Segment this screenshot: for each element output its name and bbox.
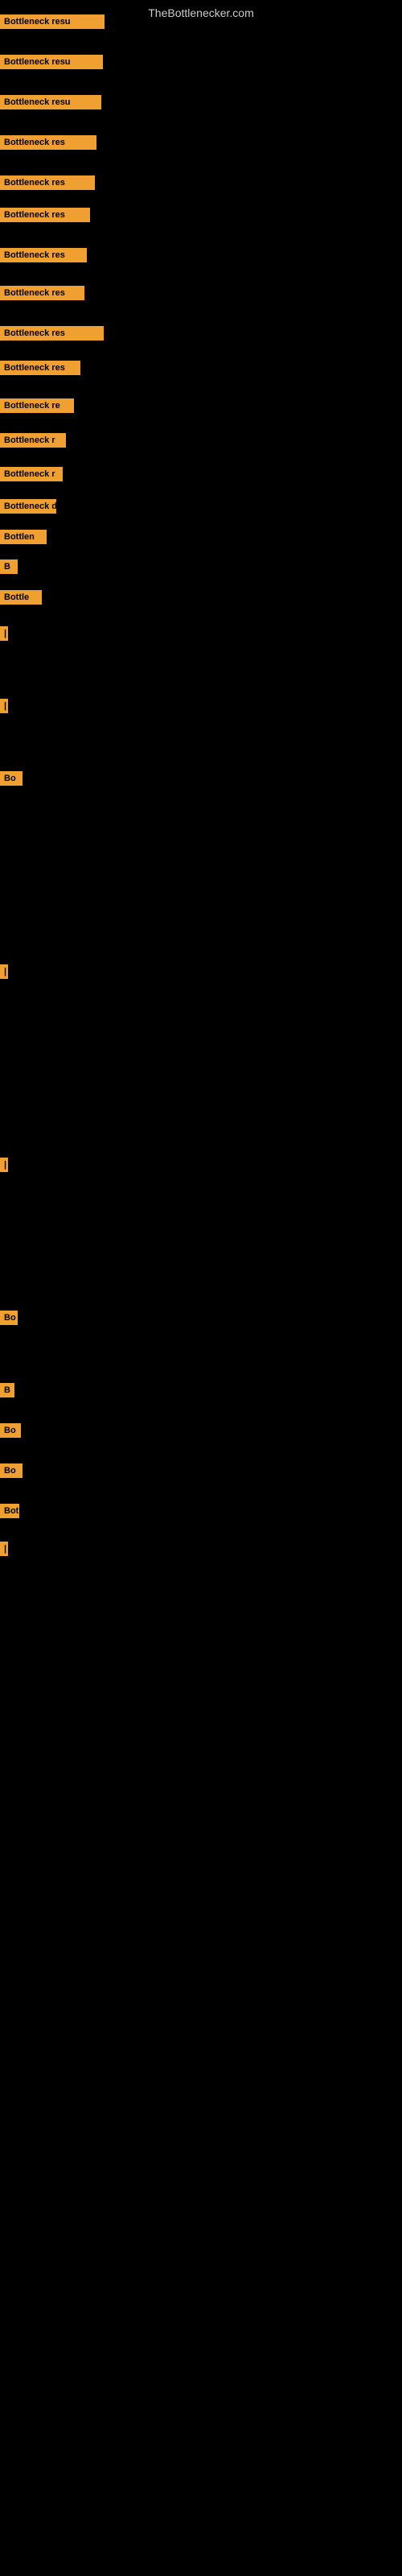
bar-item: |	[0, 1158, 8, 1172]
bar-item: Bottleneck resu	[0, 55, 103, 69]
bar-item: B	[0, 559, 18, 574]
bar-item: Bot	[0, 1504, 19, 1518]
bar-item: |	[0, 1542, 8, 1556]
bar-item: Bottleneck res	[0, 175, 95, 190]
bar-item: Bottleneck res	[0, 361, 80, 375]
bar-label: Bottleneck resu	[0, 14, 105, 29]
bar-item: Bottleneck re	[0, 398, 74, 413]
bar-label: Bottleneck r	[0, 467, 63, 481]
bar-label: Bot	[0, 1504, 19, 1518]
bar-label: Bottleneck resu	[0, 55, 103, 69]
bar-label: Bottleneck d	[0, 499, 56, 514]
bar-label: Bottleneck res	[0, 248, 87, 262]
bar-label: Bottle	[0, 590, 42, 605]
bar-label: Bottleneck res	[0, 326, 104, 341]
bar-item: Bottleneck res	[0, 286, 84, 300]
bar-label: Bottleneck res	[0, 361, 80, 375]
bar-label: |	[0, 1542, 8, 1556]
bar-item: Bottleneck resu	[0, 95, 101, 109]
bar-item: Bo	[0, 1463, 23, 1478]
bar-item: Bo	[0, 1423, 21, 1438]
bar-item: Bottleneck res	[0, 248, 87, 262]
bar-label: Bo	[0, 1311, 18, 1325]
bar-label: |	[0, 699, 8, 713]
bar-item: Bottleneck r	[0, 467, 63, 481]
bar-item: B	[0, 1383, 14, 1397]
bar-item: |	[0, 964, 8, 979]
bar-item: Bottleneck resu	[0, 14, 105, 29]
bar-label: Bottlen	[0, 530, 47, 544]
bar-item: Bottleneck res	[0, 326, 104, 341]
bar-label: |	[0, 964, 8, 979]
bar-label: Bo	[0, 1423, 21, 1438]
bar-item: Bottleneck res	[0, 135, 96, 150]
bar-label: |	[0, 1158, 8, 1172]
bar-label: Bottleneck re	[0, 398, 74, 413]
bar-label: Bottleneck res	[0, 208, 90, 222]
bar-item: Bottleneck d	[0, 499, 56, 514]
bar-label: |	[0, 626, 8, 641]
bar-item: Bottleneck r	[0, 433, 66, 448]
bar-label: B	[0, 559, 18, 574]
bar-item: Bottle	[0, 590, 42, 605]
bar-label: Bo	[0, 771, 23, 786]
bar-label: Bo	[0, 1463, 23, 1478]
bar-item: |	[0, 626, 8, 641]
bar-item: |	[0, 699, 8, 713]
bar-item: Bo	[0, 771, 23, 786]
bar-label: Bottleneck res	[0, 135, 96, 150]
bar-item: Bo	[0, 1311, 18, 1325]
bar-label: B	[0, 1383, 14, 1397]
bar-label: Bottleneck resu	[0, 95, 101, 109]
bar-label: Bottleneck res	[0, 175, 95, 190]
bar-label: Bottleneck res	[0, 286, 84, 300]
bar-item: Bottlen	[0, 530, 47, 544]
bar-item: Bottleneck res	[0, 208, 90, 222]
bar-label: Bottleneck r	[0, 433, 66, 448]
